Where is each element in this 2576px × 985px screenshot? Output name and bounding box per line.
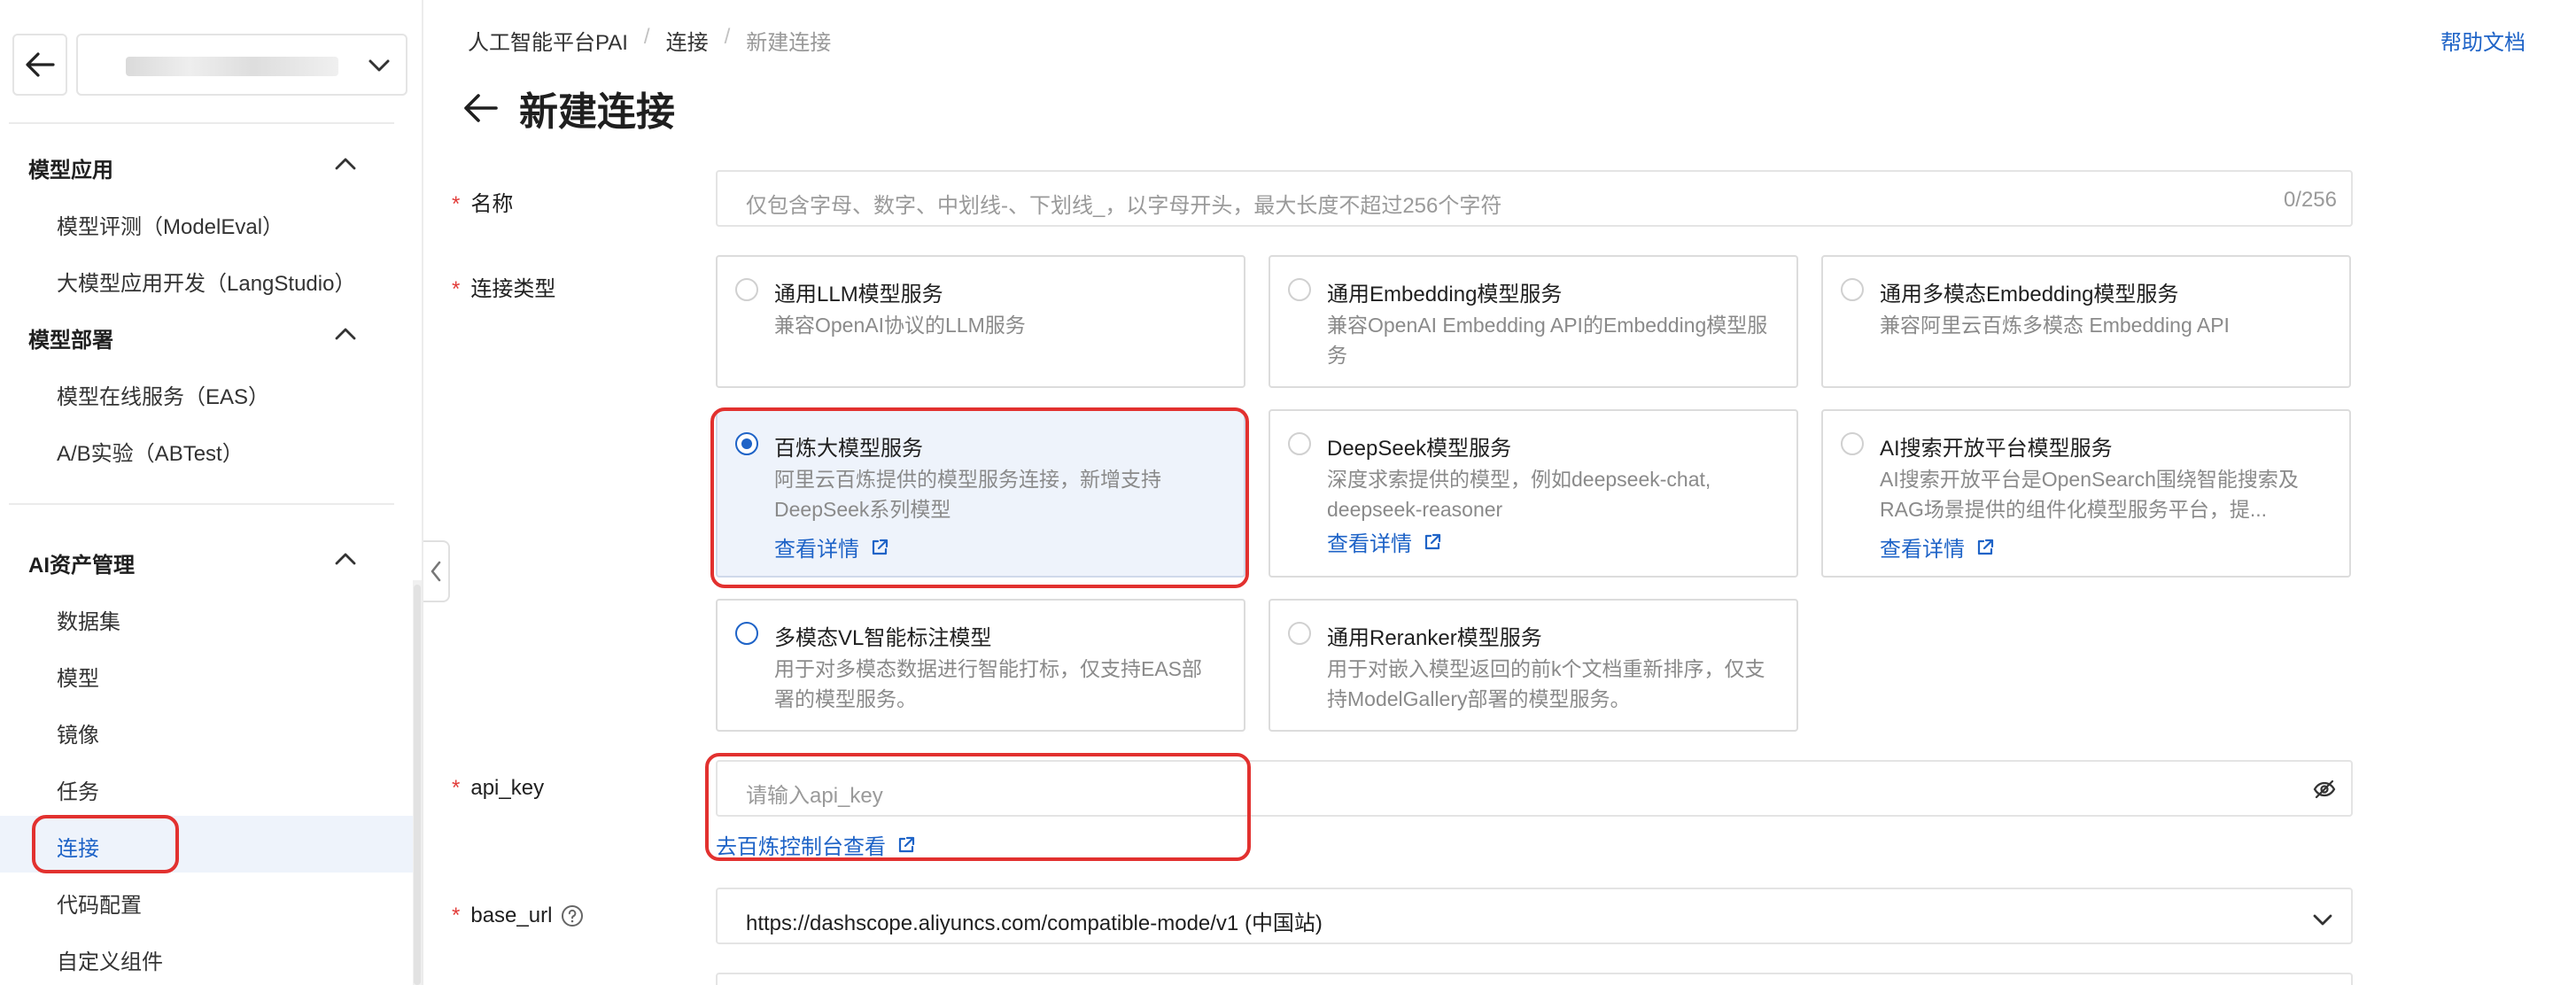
page-title: 新建连接 <box>519 90 675 134</box>
chevron-up-icon[interactable] <box>332 546 359 572</box>
card-title: 多模态VL智能标注模型 <box>774 626 992 650</box>
card-details-link[interactable]: 查看详情 <box>1327 526 1442 557</box>
sidebar-divider <box>9 122 394 124</box>
sidebar-collapse-button[interactable] <box>423 540 450 602</box>
arrow-left-icon <box>26 52 55 77</box>
sidebar: 模型应用 模型评测（ModelEval） 大模型应用开发（LangStudio）… <box>0 0 422 985</box>
type-card-vl-labeling[interactable]: 多模态VL智能标注模型 用于对多模态数据进行智能打标，仅支持EAS部署的模型服务… <box>716 599 1245 732</box>
chevron-left-icon <box>431 561 441 582</box>
breadcrumb: 人工智能平台PAI / 连接 / 新建连接 <box>468 25 831 56</box>
name-label: * 名称 <box>452 192 514 216</box>
sidebar-item-model-eval[interactable]: 模型评测（ModelEval） <box>57 209 283 240</box>
base-url-select[interactable]: https://dashscope.aliyuncs.com/compatibl… <box>716 888 2353 944</box>
breadcrumb-pai[interactable]: 人工智能平台PAI <box>468 25 628 56</box>
api-key-label: * api_key <box>452 776 545 800</box>
next-field-input[interactable] <box>716 973 2353 985</box>
name-input[interactable]: 仅包含字母、数字、中划线-、下划线_，以字母开头，最大长度不超过256个字符 0… <box>716 170 2353 227</box>
breadcrumb-separator: / <box>643 25 650 49</box>
sidebar-item-code-config[interactable]: 代码配置 <box>57 888 142 919</box>
card-desc: 用于对嵌入模型返回的前k个文档重新排序，仅支持ModelGallery部署的模型… <box>1327 657 1765 710</box>
type-card-llm[interactable]: 通用LLM模型服务 兼容OpenAI协议的LLM服务 <box>716 255 1245 388</box>
card-title: 通用Embedding模型服务 <box>1327 283 1563 306</box>
arrow-left-icon[interactable] <box>461 92 500 124</box>
workspace-select[interactable] <box>76 34 407 96</box>
external-link-icon <box>1977 539 1994 555</box>
card-desc: 兼容OpenAI Embedding API的Embedding模型服务 <box>1327 314 1768 367</box>
external-link-icon <box>1424 533 1441 549</box>
breadcrumb-separator: / <box>724 25 731 49</box>
radio-reranker[interactable] <box>1288 622 1311 645</box>
type-label: * 连接类型 <box>452 277 556 301</box>
workspace-bar <box>12 34 407 96</box>
highlight-box-bailian <box>710 407 1249 588</box>
base-url-label: * base_url <box>452 904 584 928</box>
card-desc: 兼容阿里云百炼多模态 Embedding API <box>1880 314 2230 337</box>
breadcrumb-current: 新建连接 <box>746 31 832 55</box>
card-desc: AI搜索开放平台是OpenSearch围绕智能搜索及RAG场景提供的组件化模型服… <box>1880 468 2299 521</box>
card-desc: 兼容OpenAI协议的LLM服务 <box>774 314 1026 337</box>
sidebar-item-models[interactable]: 模型 <box>57 661 99 692</box>
radio-llm[interactable] <box>735 278 758 301</box>
name-placeholder: 仅包含字母、数字、中划线-、下划线_，以字母开头，最大长度不超过256个字符 <box>746 194 1502 218</box>
back-button[interactable] <box>12 34 67 96</box>
radio-ai-search[interactable] <box>1841 432 1864 455</box>
nav-group-model-app[interactable]: 模型应用 <box>28 152 113 183</box>
radio-vl-labeling[interactable] <box>735 622 758 645</box>
help-docs-link[interactable]: 帮助文档 <box>2440 25 2526 56</box>
card-title: AI搜索开放平台模型服务 <box>1880 437 2113 461</box>
highlight-box-sidebar <box>32 815 179 873</box>
card-title: 通用多模态Embedding模型服务 <box>1880 283 2179 306</box>
sidebar-item-datasets[interactable]: 数据集 <box>57 604 120 635</box>
sidebar-item-eas[interactable]: 模型在线服务（EAS） <box>57 379 269 410</box>
card-details-link[interactable]: 查看详情 <box>1880 531 1995 562</box>
sidebar-scrollbar-thumb[interactable] <box>414 585 421 985</box>
type-card-embedding[interactable]: 通用Embedding模型服务 兼容OpenAI Embedding API的E… <box>1269 255 1798 388</box>
eye-off-icon[interactable] <box>2312 778 2337 801</box>
radio-multimodal-embedding[interactable] <box>1841 278 1864 301</box>
highlight-box-api-key <box>705 753 1251 861</box>
sidebar-item-abtest[interactable]: A/B实验（ABTest） <box>57 436 244 467</box>
type-card-ai-search[interactable]: AI搜索开放平台模型服务 AI搜索开放平台是OpenSearch围绕智能搜索及R… <box>1821 409 2351 578</box>
sidebar-item-custom-components[interactable]: 自定义组件 <box>57 944 163 975</box>
chevron-down-icon <box>369 59 390 72</box>
base-url-value: https://dashscope.aliyuncs.com/compatibl… <box>746 911 1323 935</box>
chevron-up-icon[interactable] <box>332 321 359 347</box>
sidebar-item-jobs[interactable]: 任务 <box>57 774 99 805</box>
type-card-reranker[interactable]: 通用Reranker模型服务 用于对嵌入模型返回的前k个文档重新排序，仅支持Mo… <box>1269 599 1798 732</box>
card-desc: 深度求索提供的模型，例如deepseek-chat, deepseek-reas… <box>1327 468 1711 521</box>
sidebar-item-langstudio[interactable]: 大模型应用开发（LangStudio） <box>57 266 355 297</box>
card-title: 通用LLM模型服务 <box>774 283 943 306</box>
help-circle-icon[interactable] <box>561 904 584 927</box>
type-card-deepseek[interactable]: DeepSeek模型服务 深度求索提供的模型，例如deepseek-chat, … <box>1269 409 1798 578</box>
chevron-up-icon[interactable] <box>332 151 359 177</box>
nav-group-model-deploy[interactable]: 模型部署 <box>28 322 113 353</box>
card-title: 通用Reranker模型服务 <box>1327 626 1542 650</box>
radio-embedding[interactable] <box>1288 278 1311 301</box>
card-desc: 用于对多模态数据进行智能打标，仅支持EAS部署的模型服务。 <box>774 657 1203 710</box>
type-card-multimodal-embedding[interactable]: 通用多模态Embedding模型服务 兼容阿里云百炼多模态 Embedding … <box>1821 255 2351 388</box>
sidebar-border <box>422 0 423 985</box>
nav-group-ai-assets[interactable]: AI资产管理 <box>28 547 135 578</box>
radio-deepseek[interactable] <box>1288 432 1311 455</box>
name-char-counter: 0/256 <box>2283 188 2337 212</box>
sidebar-divider <box>9 503 394 505</box>
sidebar-item-images[interactable]: 镜像 <box>57 717 99 748</box>
page-header: 新建连接 <box>461 80 675 136</box>
breadcrumb-connections[interactable]: 连接 <box>666 25 709 56</box>
workspace-name-redacted <box>126 57 338 76</box>
card-title: DeepSeek模型服务 <box>1327 437 1512 461</box>
chevron-down-icon <box>2313 914 2332 926</box>
